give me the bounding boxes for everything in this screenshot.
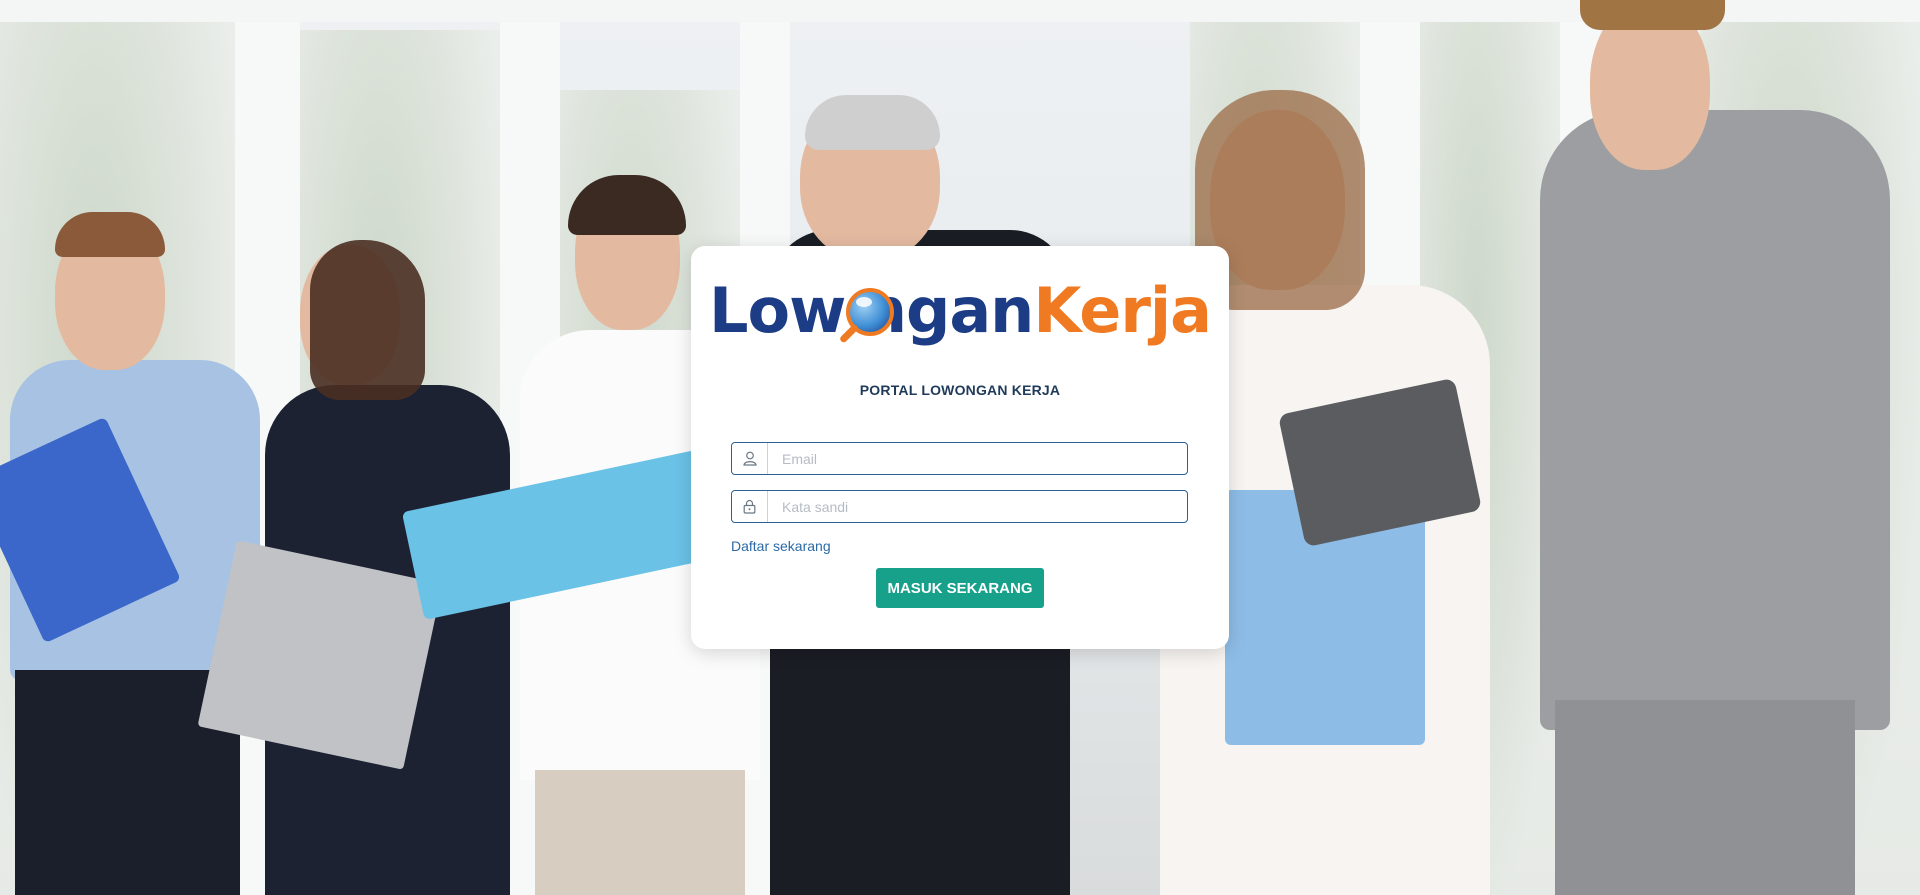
password-input[interactable]: [768, 491, 1187, 522]
login-card: Low ngan Kerja PORTAL LOWONGAN KERJA Ema…: [691, 246, 1229, 649]
logo-text-kerja: Kerja: [1033, 274, 1212, 347]
login-page: Low ngan Kerja PORTAL LOWONGAN KERJA Ema…: [0, 0, 1920, 895]
magnifier-globe-icon: [839, 288, 895, 344]
email-input[interactable]: [768, 443, 1187, 474]
lock-icon: [732, 491, 768, 522]
portal-subtitle: PORTAL LOWONGAN KERJA: [859, 382, 1061, 398]
user-icon: [732, 443, 768, 474]
password-field: [731, 490, 1188, 523]
email-field: [731, 442, 1188, 475]
register-link[interactable]: Daftar sekarang: [731, 538, 831, 554]
brand-logo: Low ngan Kerja: [709, 274, 1212, 347]
logo-text-low: Low: [709, 274, 846, 347]
login-submit-button[interactable]: MASUK SEKARANG: [876, 568, 1044, 608]
